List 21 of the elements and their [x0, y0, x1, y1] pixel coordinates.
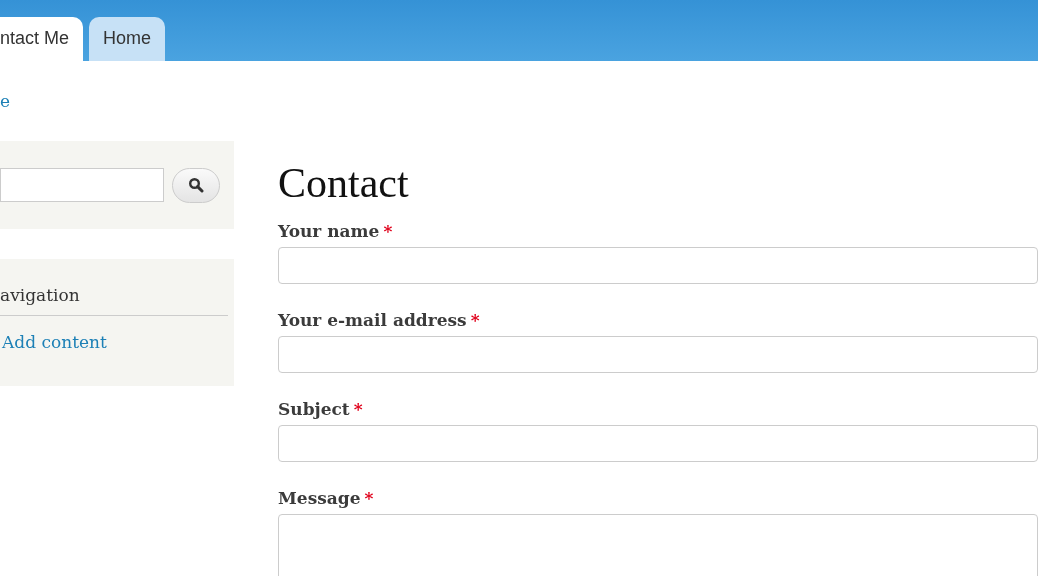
field-label: Your name	[278, 221, 380, 241]
breadcrumb-link[interactable]: e	[0, 91, 11, 111]
search-icon	[188, 177, 204, 193]
message-field[interactable]	[278, 514, 1038, 576]
input-field[interactable]	[278, 247, 1038, 284]
required-mark: *	[364, 488, 374, 508]
field-label: Subject	[278, 399, 350, 419]
page-title: Contact	[278, 159, 410, 207]
nav-tab[interactable]: Home	[89, 17, 166, 61]
field-label: Your e-mail address	[278, 310, 467, 330]
nav-link[interactable]: Add content	[2, 332, 107, 352]
search-field[interactable]	[0, 168, 164, 202]
required-mark: *	[353, 399, 363, 419]
field-label: Message	[278, 488, 361, 508]
required-mark: *	[470, 310, 480, 330]
block-title: avigation	[0, 285, 81, 307]
input-field[interactable]	[278, 425, 1038, 462]
input-field[interactable]	[278, 336, 1038, 373]
search-button[interactable]	[172, 167, 220, 203]
required-mark: *	[383, 221, 393, 241]
nav-tab[interactable]: ntact Me	[0, 17, 84, 61]
